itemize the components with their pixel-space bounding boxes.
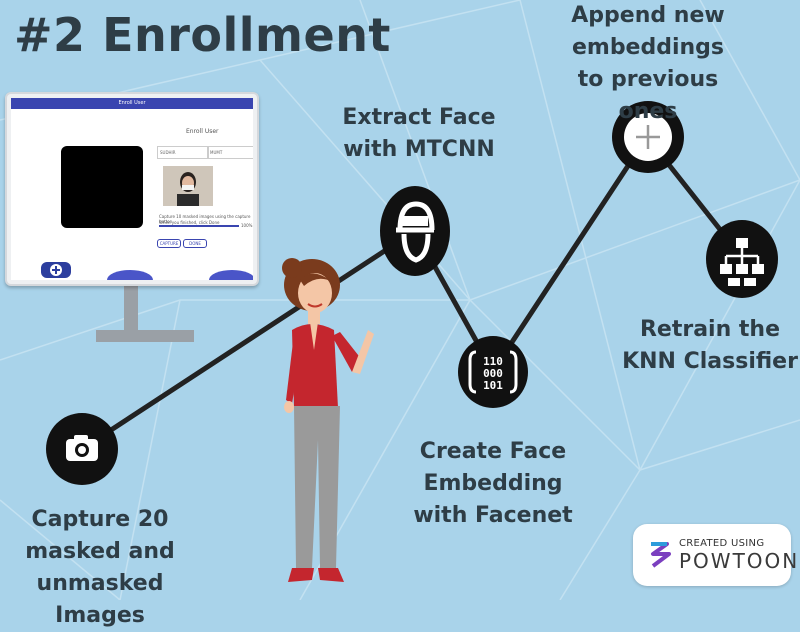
step-label-retrain: Retrain the KNN Classifier — [622, 317, 798, 374]
badge-caption: CREATED USING — [679, 538, 765, 549]
badge-brand: POWTOON — [679, 549, 800, 573]
powtoon-logo-icon — [651, 542, 671, 568]
step-label-extract: Extract Face with MTCNN — [342, 105, 496, 162]
step-label-capture: Capture 20 masked and unmasked Images — [25, 507, 175, 628]
step-label-embedding: Create Face Embedding with Facenet — [413, 439, 573, 528]
step-capture-node — [46, 413, 118, 485]
step-retrain-node — [706, 220, 778, 298]
hierarchy-icon — [720, 238, 764, 286]
step-extract-node — [380, 186, 450, 276]
camera-icon — [66, 435, 98, 461]
step-embedding-node: 110 000 101 — [458, 336, 528, 408]
binary-data-icon: 110 000 101 — [468, 350, 518, 394]
step-label-append: Append new embeddings to previous ones — [571, 3, 725, 124]
svg-text:101: 101 — [483, 379, 503, 392]
face-icon — [396, 201, 435, 263]
powtoon-badge[interactable]: CREATED USING POWTOON — [633, 524, 797, 586]
